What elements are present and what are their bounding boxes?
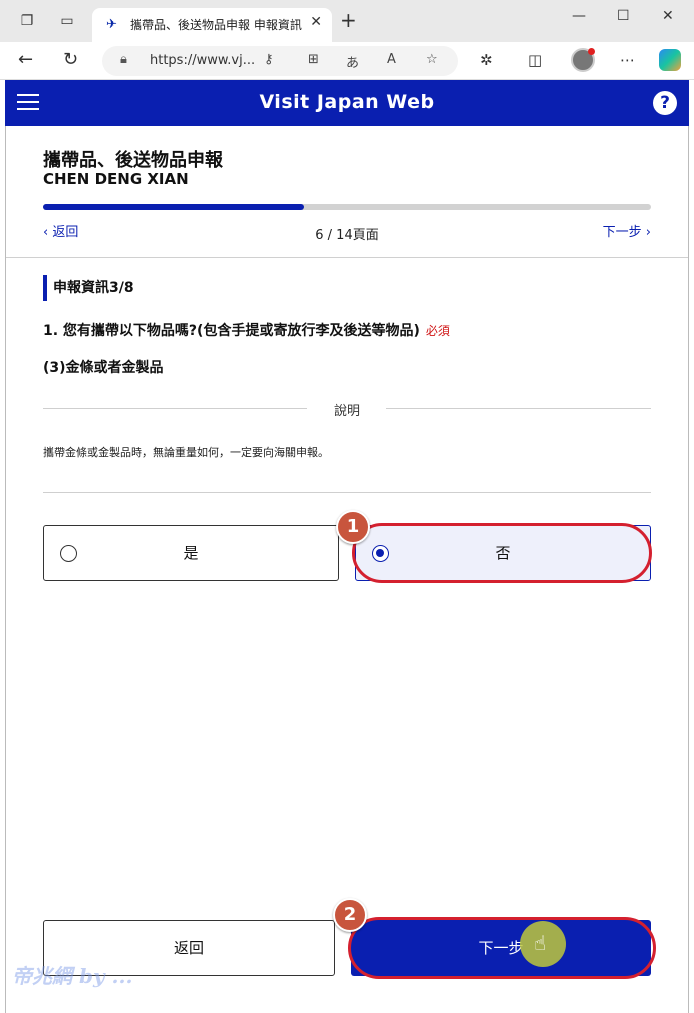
browser-tab-bar: ❐ ▭ ✈ 攜帶品、後送物品申報 申報資訊 ✕ + — ☐ ✕ <box>0 0 694 42</box>
tab-title: 攜帶品、後送物品申報 申報資訊 <box>130 18 302 32</box>
refresh-icon[interactable]: ↻ <box>63 50 78 70</box>
key-icon[interactable]: ⚷ <box>264 52 274 67</box>
browser-toolbar: ← ↻ 🔒︎ https://www.vj... ⚷ ⊞ あ A ☆ ✲ ◫ ⋯ <box>0 42 694 80</box>
highlight-option-no <box>352 523 652 583</box>
option-yes-label: 是 <box>183 544 199 562</box>
cursor-highlight: ☝ <box>520 921 566 967</box>
explanation-text: 攜帶金條或金製品時，無論重量如何，一定要向海關申報。 <box>43 446 329 459</box>
traveler-name: CHEN DENG XIAN <box>43 170 189 188</box>
address-bar[interactable]: 🔒︎ https://www.vj... ⚷ ⊞ あ A ☆ <box>102 46 458 76</box>
page-title: 攜帶品、後送物品申報 <box>43 150 223 171</box>
app-title: Visit Japan Web <box>259 91 435 113</box>
close-tab-icon[interactable]: ✕ <box>310 14 322 30</box>
step-badge-2: 2 <box>333 898 367 932</box>
question-label: 1. 您有攜帶以下物品嗎?(包含手提或寄放行李及後送等物品) <box>43 323 420 339</box>
next-link[interactable]: 下一步 › <box>603 221 651 240</box>
option-yes[interactable]: 是 <box>43 525 339 581</box>
highlight-next-button <box>348 917 656 979</box>
divider <box>43 492 651 493</box>
workspaces-icon[interactable]: ❐ <box>18 12 36 30</box>
required-badge: 必須 <box>425 324 450 338</box>
maximize-button[interactable]: ☐ <box>617 8 630 24</box>
apps-icon[interactable]: ⊞ <box>308 52 319 67</box>
more-menu-icon[interactable]: ⋯ <box>620 51 635 69</box>
close-window-button[interactable]: ✕ <box>662 8 674 24</box>
help-icon[interactable]: ? <box>653 91 677 115</box>
profile-avatar[interactable] <box>571 48 595 72</box>
watermark-image: 帝兆網 by ... <box>12 964 133 988</box>
explanation-label: 說明 <box>333 404 360 419</box>
notification-dot <box>588 48 595 55</box>
split-screen-icon[interactable]: ◫ <box>528 51 542 69</box>
read-aloud-icon[interactable]: A <box>387 52 396 67</box>
divider <box>6 257 688 258</box>
back-arrow-icon[interactable]: ← <box>18 50 33 70</box>
app-header: Visit Japan Web ? <box>5 80 689 126</box>
step-badge-1: 1 <box>336 510 370 544</box>
translate-icon[interactable]: あ <box>346 52 359 71</box>
section-title: 申報資訊3/8 <box>43 275 134 301</box>
new-tab-button[interactable]: + <box>340 10 357 30</box>
chevron-right-icon: › <box>641 225 651 240</box>
progress-bar <box>43 204 651 210</box>
copilot-icon[interactable] <box>659 49 681 71</box>
airplane-favicon-icon: ✈ <box>106 17 117 32</box>
favorite-star-icon[interactable]: ☆ <box>426 52 438 67</box>
minimize-button[interactable]: — <box>572 8 586 24</box>
next-link-label: 下一步 <box>602 225 642 240</box>
progress-fill <box>43 204 305 210</box>
url-text: https://www.vj... <box>150 53 256 68</box>
tab-actions-icon[interactable]: ▭ <box>58 12 76 30</box>
item-label: (3)金條或者金製品 <box>43 360 164 376</box>
question-text: 1. 您有攜帶以下物品嗎?(包含手提或寄放行李及後送等物品) 必須 <box>43 320 450 340</box>
extensions-icon[interactable]: ✲ <box>480 51 493 69</box>
hand-cursor-icon: ☝ <box>534 931 547 955</box>
divider-right <box>386 408 651 409</box>
browser-tab[interactable]: ✈ 攜帶品、後送物品申報 申報資訊 ✕ <box>92 8 332 42</box>
lock-icon: 🔒︎ <box>120 52 127 67</box>
page-counter: 6 / 14頁面 <box>315 228 379 243</box>
